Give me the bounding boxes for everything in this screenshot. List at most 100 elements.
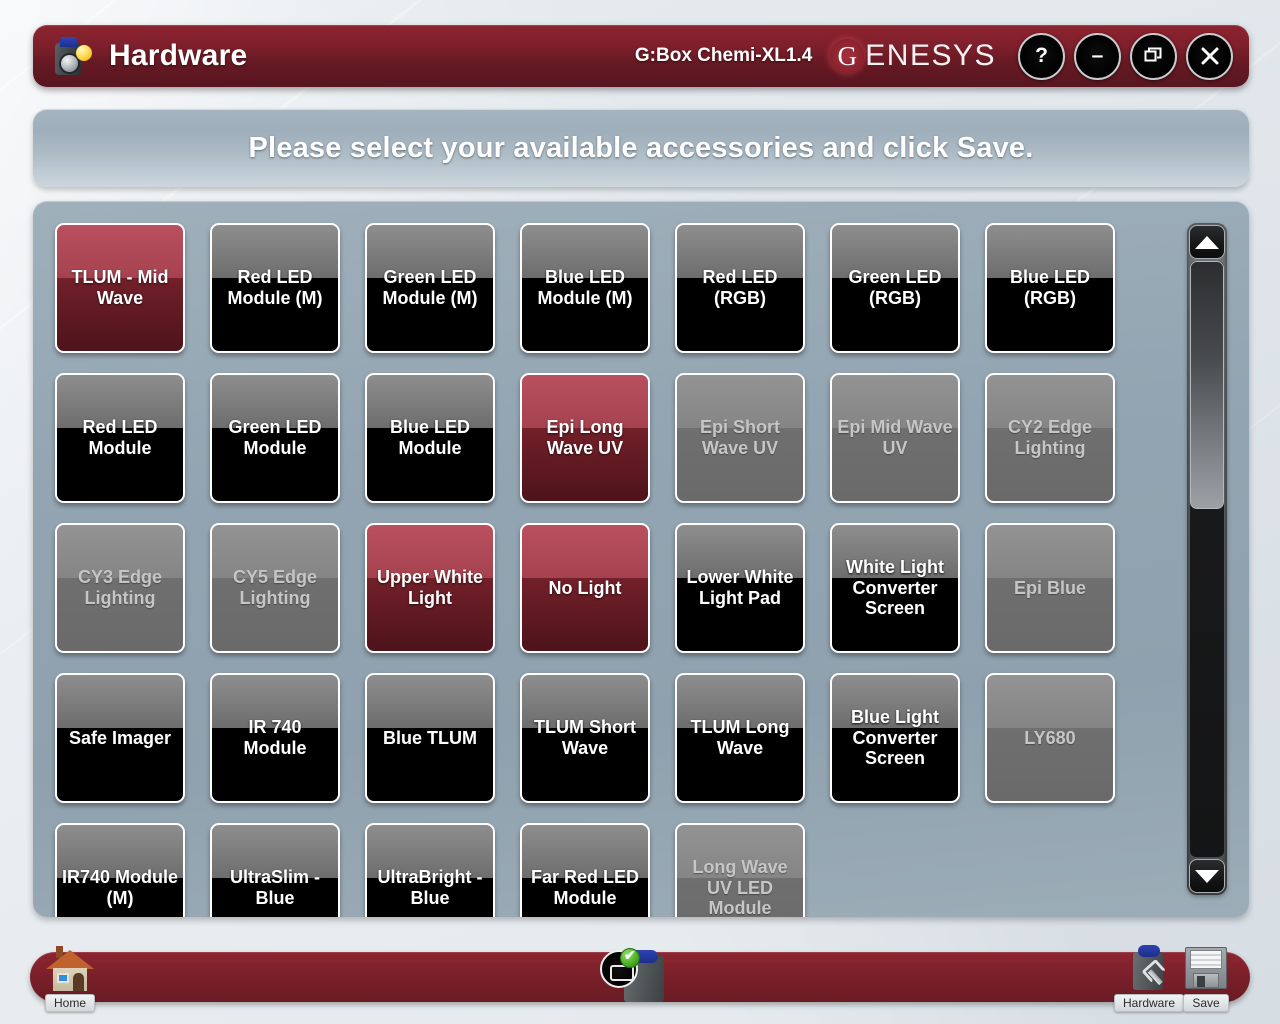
- accessory-label: LY680: [1024, 727, 1076, 748]
- scrollbar-thumb[interactable]: [1190, 261, 1224, 509]
- accessory-button[interactable]: White Light Converter Screen: [830, 523, 960, 653]
- accessory-label: Far Red LED Module: [530, 867, 640, 908]
- accessory-label: Green LED (RGB): [848, 267, 942, 308]
- accessory-button: Epi Short Wave UV: [675, 373, 805, 503]
- accessory-label: Lower White Light Pad: [686, 567, 794, 608]
- accessory-label: Red LED Module (M): [227, 267, 323, 308]
- question-mark-icon: ?: [1035, 44, 1048, 67]
- accessory-label: Green LED Module (M): [382, 267, 478, 308]
- accessory-button[interactable]: Green LED (RGB): [830, 223, 960, 353]
- taskbar-label-save: Save: [1183, 994, 1229, 1012]
- scroll-up-arrow-icon: [1195, 235, 1219, 249]
- accessory-button: Epi Mid Wave UV: [830, 373, 960, 503]
- logo-g-mark: G: [830, 39, 865, 73]
- taskbar-item-capture[interactable]: [596, 947, 676, 1002]
- accessory-label: Epi Long Wave UV: [546, 417, 624, 458]
- house-icon: [42, 944, 98, 992]
- accessory-button: CY2 Edge Lighting: [985, 373, 1115, 503]
- accessory-label: Red LED Module: [82, 417, 158, 458]
- accessory-button[interactable]: Red LED Module: [55, 373, 185, 503]
- accessory-button: Long Wave UV LED Module: [675, 823, 805, 917]
- help-button[interactable]: ?: [1018, 32, 1065, 80]
- accessory-grid: TLUM - Mid Wave Red LED Module (M) Green L…: [55, 223, 1115, 917]
- taskbar-item-hardware[interactable]: Hardware: [1114, 942, 1185, 1012]
- camera-check-icon: [596, 947, 676, 1002]
- scroll-down-arrow-icon: [1195, 869, 1219, 883]
- accessory-button[interactable]: IR 740 Module: [210, 673, 340, 803]
- accessory-button[interactable]: TLUM - Mid Wave: [55, 223, 185, 353]
- accessory-button[interactable]: No Light: [520, 523, 650, 653]
- accessory-label: Upper White Light: [377, 567, 483, 608]
- close-x-icon: [1199, 45, 1221, 67]
- accessory-button[interactable]: Far Red LED Module: [520, 823, 650, 917]
- accessory-label: Blue Light Converter Screen: [851, 706, 939, 769]
- instrument-model-label: G:Box Chemi-XL1.4: [634, 45, 813, 66]
- close-button[interactable]: [1186, 32, 1233, 80]
- accessory-label: UltraBright - Blue: [377, 867, 483, 908]
- accessory-button[interactable]: Red LED (RGB): [675, 223, 805, 353]
- accessory-label: Long Wave UV LED Module: [692, 856, 788, 917]
- taskbar-item-save[interactable]: Save: [1181, 944, 1231, 1012]
- scroll-down-button[interactable]: [1189, 859, 1225, 893]
- accessory-scrollbar[interactable]: [1187, 223, 1227, 895]
- accessory-label: CY2 Edge Lighting: [1007, 417, 1093, 458]
- accessory-button[interactable]: Green LED Module (M): [365, 223, 495, 353]
- accessory-label: Green LED Module: [228, 417, 322, 458]
- accessory-button[interactable]: IR740 Module (M): [55, 823, 185, 917]
- accessory-button[interactable]: Blue LED Module (M): [520, 223, 650, 353]
- genesys-logo: G ENESYS: [830, 39, 996, 73]
- accessory-label: Blue LED Module: [389, 417, 470, 458]
- accessory-button[interactable]: Safe Imager: [55, 673, 185, 803]
- scroll-up-button[interactable]: [1189, 225, 1225, 259]
- accessory-label: Epi Short Wave UV: [700, 417, 780, 458]
- accessory-label: White Light Converter Screen: [846, 556, 944, 619]
- accessory-button: Epi Blue: [985, 523, 1115, 653]
- accessory-button[interactable]: Red LED Module (M): [210, 223, 340, 353]
- accessory-button: CY3 Edge Lighting: [55, 523, 185, 653]
- page-title: Hardware: [109, 39, 248, 72]
- window-controls: ? –: [1018, 32, 1233, 80]
- logo-wordmark: ENESYS: [865, 39, 996, 72]
- title-bar: Hardware G:Box Chemi-XL1.4 G ENESYS ? –: [33, 25, 1249, 87]
- accessory-button: LY680: [985, 673, 1115, 803]
- accessory-button: CY5 Edge Lighting: [210, 523, 340, 653]
- restore-button[interactable]: [1130, 32, 1177, 80]
- accessory-button[interactable]: Blue TLUM: [365, 673, 495, 803]
- accessory-label: Blue TLUM: [383, 727, 477, 748]
- instruction-text: Please select your available accessories…: [248, 131, 1034, 164]
- accessory-label: CY3 Edge Lighting: [77, 567, 163, 608]
- accessory-label: TLUM - Mid Wave: [71, 267, 169, 308]
- taskbar-item-home[interactable]: Home: [42, 944, 98, 1012]
- accessory-label: TLUM Short Wave: [534, 717, 636, 758]
- accessory-button[interactable]: Blue Light Converter Screen: [830, 673, 960, 803]
- taskbar-label-hardware: Hardware: [1114, 994, 1185, 1012]
- accessory-label: UltraSlim - Blue: [229, 867, 321, 908]
- accessory-button[interactable]: Green LED Module: [210, 373, 340, 503]
- accessory-panel: TLUM - Mid Wave Red LED Module (M) Green L…: [33, 201, 1249, 917]
- accessory-label: IR740 Module (M): [61, 867, 179, 908]
- hardware-wrench-icon: [1123, 942, 1175, 992]
- minimize-button[interactable]: –: [1074, 32, 1121, 80]
- restore-windows-icon: [1144, 47, 1163, 66]
- accessory-label: No Light: [548, 577, 622, 598]
- accessory-button[interactable]: TLUM Short Wave: [520, 673, 650, 803]
- accessory-button[interactable]: Lower White Light Pad: [675, 523, 805, 653]
- accessory-button[interactable]: Blue LED (RGB): [985, 223, 1115, 353]
- accessory-label: Epi Mid Wave UV: [837, 417, 953, 458]
- accessory-button[interactable]: Blue LED Module: [365, 373, 495, 503]
- accessory-button[interactable]: Upper White Light: [365, 523, 495, 653]
- taskbar-label-home: Home: [44, 994, 95, 1012]
- accessory-button[interactable]: TLUM Long Wave: [675, 673, 805, 803]
- accessory-label: TLUM Long Wave: [690, 717, 790, 758]
- accessory-label: Red LED (RGB): [702, 267, 778, 308]
- accessory-button[interactable]: UltraBright - Blue: [365, 823, 495, 917]
- accessory-label: CY5 Edge Lighting: [232, 567, 318, 608]
- accessory-button[interactable]: Epi Long Wave UV: [520, 373, 650, 503]
- accessory-button[interactable]: UltraSlim - Blue: [210, 823, 340, 917]
- accessory-label: Epi Blue: [1013, 577, 1086, 598]
- accessory-label: Safe Imager: [68, 727, 172, 748]
- instruction-banner: Please select your available accessories…: [33, 109, 1249, 187]
- accessory-label: Blue LED Module (M): [537, 267, 633, 308]
- accessory-label: Blue LED (RGB): [1009, 267, 1090, 308]
- accessory-label: IR 740 Module: [243, 717, 307, 758]
